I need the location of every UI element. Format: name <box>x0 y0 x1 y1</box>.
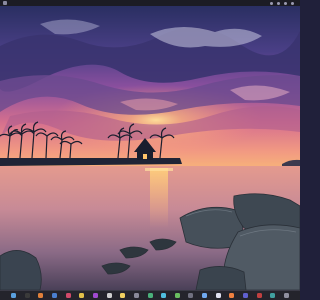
downloads-icon[interactable] <box>270 293 276 298</box>
browser-icon[interactable] <box>38 293 44 298</box>
files-icon[interactable] <box>11 293 17 298</box>
power-icon[interactable] <box>291 1 294 5</box>
notes-icon[interactable] <box>120 293 126 298</box>
editor-icon[interactable] <box>242 293 248 298</box>
terminal-icon[interactable] <box>24 293 30 298</box>
photos-icon[interactable] <box>79 293 85 298</box>
mail-icon[interactable] <box>52 293 58 298</box>
network-icon[interactable] <box>270 1 273 5</box>
clock-icon[interactable] <box>215 293 221 298</box>
calculator-icon[interactable] <box>229 293 235 298</box>
calendar-icon[interactable] <box>106 293 112 298</box>
desktop[interactable] <box>0 0 300 300</box>
camera-icon[interactable] <box>188 293 194 298</box>
games-icon[interactable] <box>256 293 262 298</box>
video-icon[interactable] <box>92 293 98 298</box>
volume-icon[interactable] <box>277 1 280 5</box>
music-icon[interactable] <box>65 293 71 298</box>
menu-icon[interactable] <box>3 1 7 5</box>
settings-icon[interactable] <box>133 293 139 298</box>
maps-icon[interactable] <box>174 293 180 298</box>
store-icon[interactable] <box>147 293 153 298</box>
battery-icon[interactable] <box>284 1 287 5</box>
trash-icon[interactable] <box>283 293 289 298</box>
chat-icon[interactable] <box>161 293 167 298</box>
weather-icon[interactable] <box>202 293 208 298</box>
dock <box>0 290 300 300</box>
wallpaper-image <box>0 6 300 290</box>
